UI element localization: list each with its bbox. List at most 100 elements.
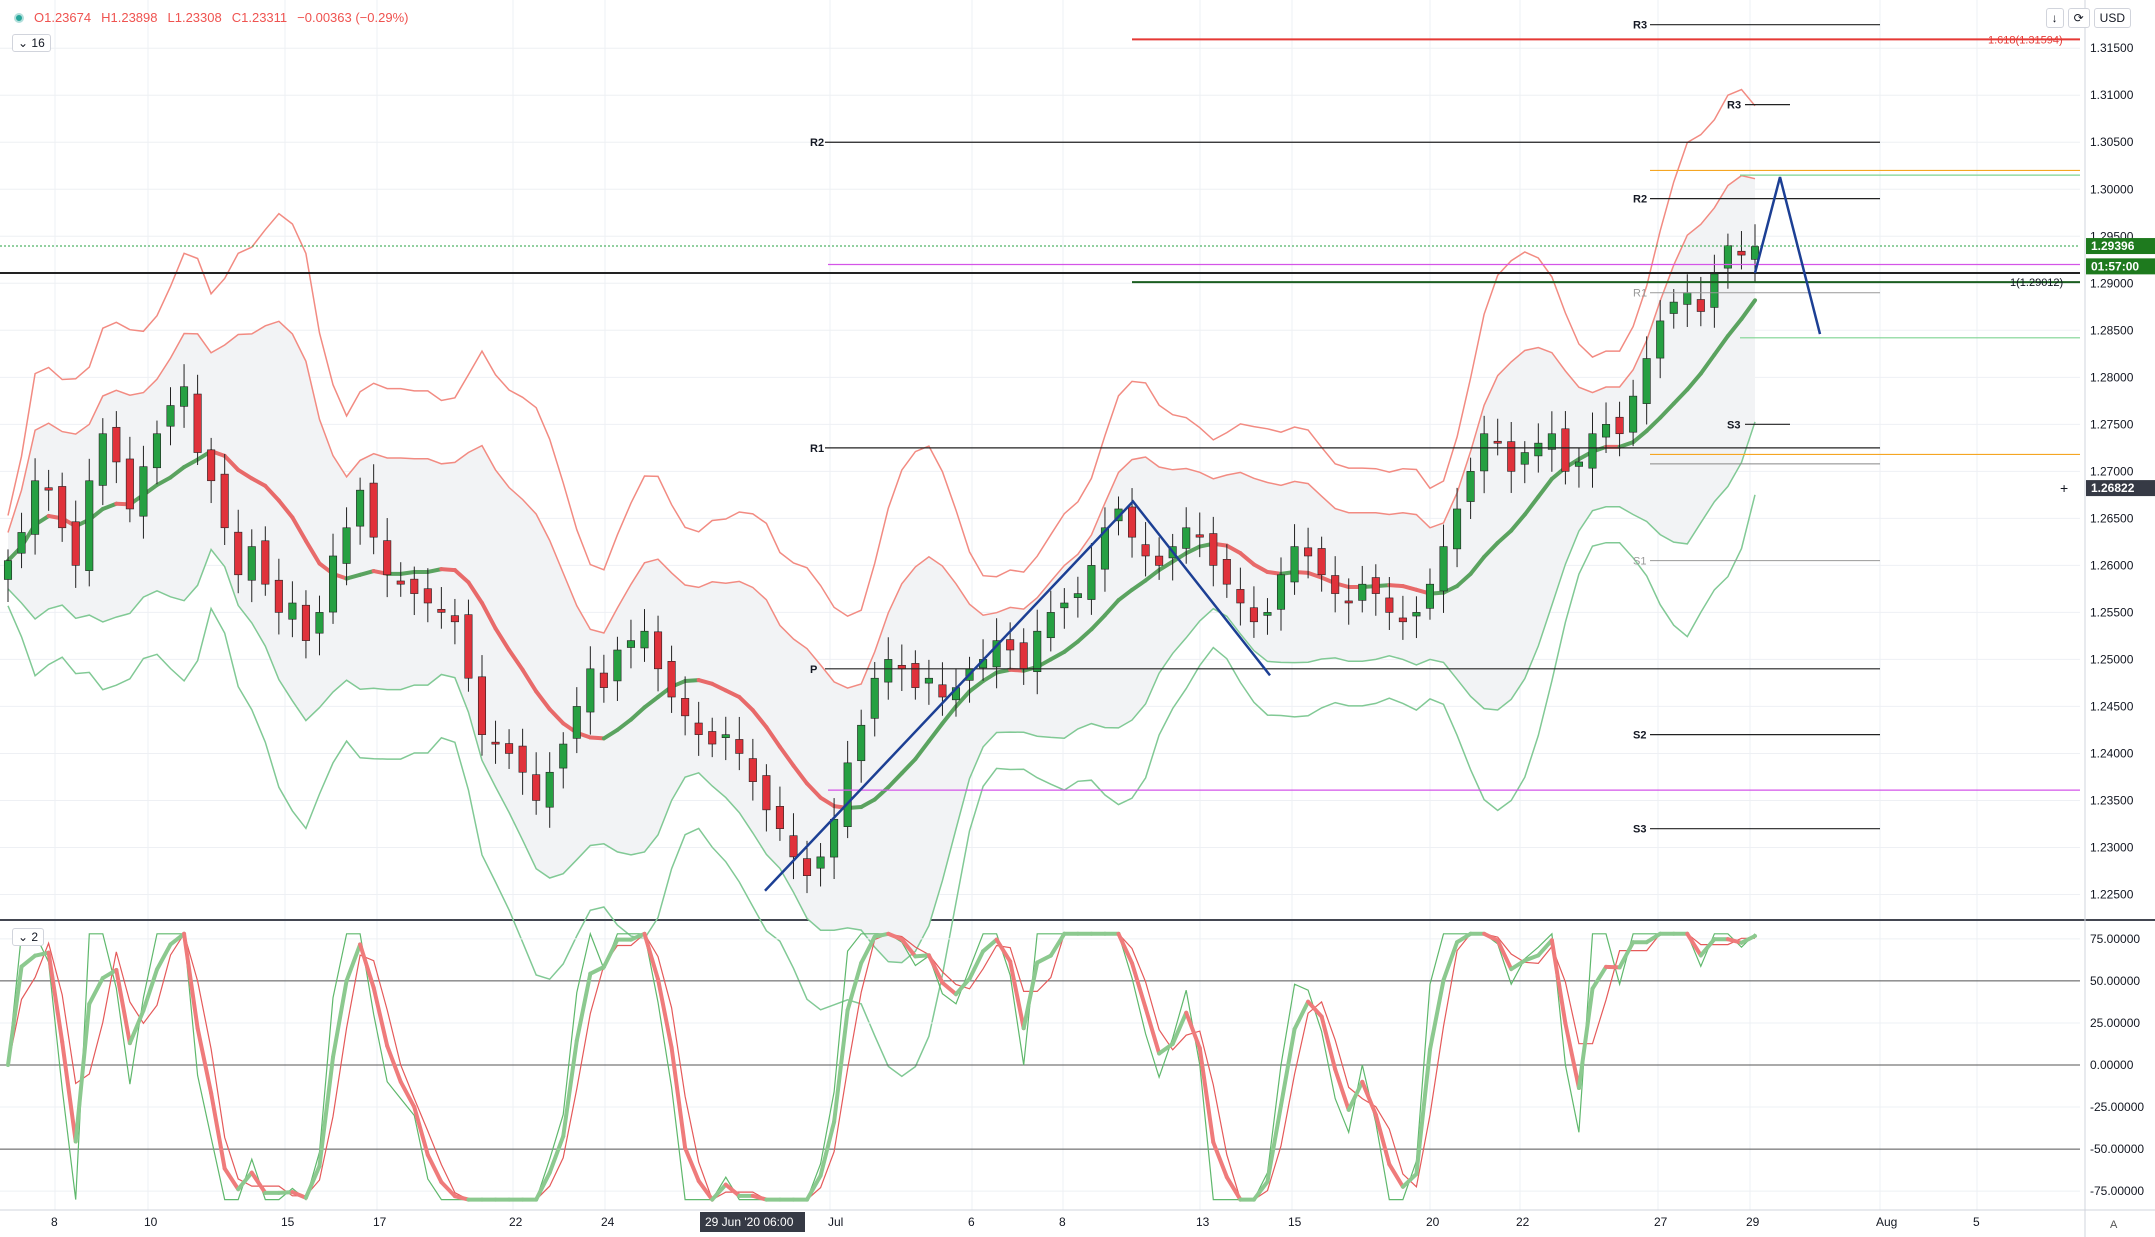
time-tick-label: 8	[51, 1215, 58, 1229]
time-tick-label: 5	[1973, 1215, 1980, 1229]
candle-body	[857, 724, 866, 762]
ohlc-low: L1.23308	[167, 10, 222, 25]
candle-body	[748, 758, 757, 782]
candle-body	[816, 856, 825, 869]
price-tick-label: 1.30000	[2090, 182, 2134, 196]
osc-smooth-segment	[913, 953, 931, 959]
candle-body	[315, 612, 324, 634]
pivot-daily-r2-label: R2	[1633, 194, 1647, 206]
candle-body	[1398, 617, 1407, 623]
candle-body	[139, 466, 148, 517]
candle-body	[1737, 250, 1746, 256]
indicator-count: 16	[31, 36, 45, 50]
time-tick-label: 27	[1654, 1215, 1668, 1229]
price-tick-label: 1.23500	[2090, 793, 2134, 807]
pivot-daily-r1-label: R1	[1633, 288, 1647, 300]
candle-body	[626, 640, 635, 648]
time-tick-label: 8	[1059, 1215, 1066, 1229]
candle-body	[1358, 583, 1367, 601]
fib-1618-label: 1.618(1.31594)	[1988, 34, 2063, 46]
price-tick-label: 1.22500	[2090, 887, 2134, 901]
candle-body	[1669, 301, 1678, 314]
candle-body	[450, 615, 459, 623]
candle-body	[342, 527, 351, 564]
basis-line-segment	[439, 567, 457, 573]
candle-body	[464, 614, 473, 679]
candle-body	[125, 458, 134, 510]
candle-body	[559, 743, 568, 769]
candle-body	[599, 672, 608, 688]
price-tick-label: 1.28000	[2090, 370, 2134, 384]
time-tick-label: Jul	[828, 1215, 843, 1229]
candle-body	[1453, 508, 1462, 550]
candle-body	[1615, 416, 1624, 435]
ohlc-legend: O1.23674 H1.23898 L1.23308 C1.23311 −0.0…	[14, 10, 408, 25]
price-tick-label: 1.29000	[2090, 276, 2134, 290]
candle-body	[1073, 593, 1082, 598]
scroll-down-button[interactable]: ↓	[2045, 8, 2064, 28]
oscillator-toggle-button[interactable]: ⌄ 2	[12, 928, 45, 946]
candle-body	[870, 677, 879, 719]
candle-body	[1696, 299, 1705, 312]
candle-body	[545, 771, 554, 808]
basis-line-segment	[425, 567, 444, 574]
pivot-weekly-r1-label: R1	[810, 443, 824, 455]
candle-body	[1547, 433, 1556, 450]
oscillator-count: 2	[31, 930, 39, 944]
candle-body	[247, 546, 256, 581]
basis-line-segment	[1008, 667, 1026, 673]
candle-body	[1249, 607, 1258, 623]
candle-body	[410, 578, 419, 594]
price-tick-label: 1.25000	[2090, 652, 2134, 666]
candle-body	[1344, 600, 1353, 604]
basis-line-segment	[398, 569, 417, 576]
candle-body	[491, 741, 500, 745]
candle-body	[193, 393, 202, 453]
price-tick-label: 1.26500	[2090, 511, 2134, 525]
candle-body	[518, 745, 527, 773]
candle-body	[802, 858, 812, 876]
basis-line-segment	[1265, 569, 1284, 576]
candle-body	[1304, 547, 1313, 557]
candle-body	[112, 426, 121, 463]
price-tick-label: 1.27000	[2090, 464, 2134, 478]
auto-scale-icon: A	[2110, 1219, 2118, 1231]
osc-tick-label: -25.00000	[2090, 1100, 2144, 1114]
candle-body	[1520, 452, 1529, 465]
osc-smooth-segment	[1604, 964, 1622, 970]
candle-body	[220, 473, 229, 529]
pivot-weekly-r3-label: R3	[1633, 20, 1647, 32]
price-tick-label: 1.31500	[2090, 41, 2134, 55]
candle-body	[843, 762, 852, 827]
osc-tick-label: 75.00000	[2090, 932, 2140, 946]
time-tick-label: 10	[144, 1215, 158, 1229]
candle-body	[234, 531, 243, 576]
candle-body	[1534, 442, 1543, 457]
time-tick-label: 17	[373, 1215, 387, 1229]
time-cursor-label: 29 Jun '20 06:00	[705, 1215, 794, 1229]
candle-body	[98, 433, 107, 486]
candle-body	[654, 631, 663, 670]
candle-body	[1750, 246, 1760, 260]
candle-body	[1561, 428, 1570, 472]
candle-body	[532, 774, 541, 801]
ohlc-close: C1.23311	[231, 10, 288, 25]
candle-body	[884, 659, 893, 683]
candle-body	[1155, 555, 1164, 566]
candle-body	[762, 775, 771, 811]
price-tick-label: 1.30500	[2090, 135, 2134, 149]
time-tick-label: 15	[1288, 1215, 1302, 1229]
indicator-toggle-button[interactable]: ⌄ 16	[12, 34, 51, 52]
candle-body	[708, 731, 717, 745]
candle-body	[17, 532, 26, 554]
candle-body	[71, 521, 80, 566]
candle-body	[1046, 612, 1055, 639]
candle-body	[667, 661, 676, 698]
ohlc-open: O1.23674	[34, 10, 92, 25]
refresh-button[interactable]: ⟳	[2067, 8, 2090, 28]
candle-body	[1507, 441, 1516, 472]
last-price-tag: 1.29396	[2091, 239, 2135, 253]
currency-button[interactable]: USD	[2093, 8, 2131, 28]
pivot-weekly-s1-label: S1	[1633, 556, 1646, 568]
chart-canvas[interactable]: 1.315001.310001.305001.300001.295001.290…	[0, 0, 2155, 1237]
